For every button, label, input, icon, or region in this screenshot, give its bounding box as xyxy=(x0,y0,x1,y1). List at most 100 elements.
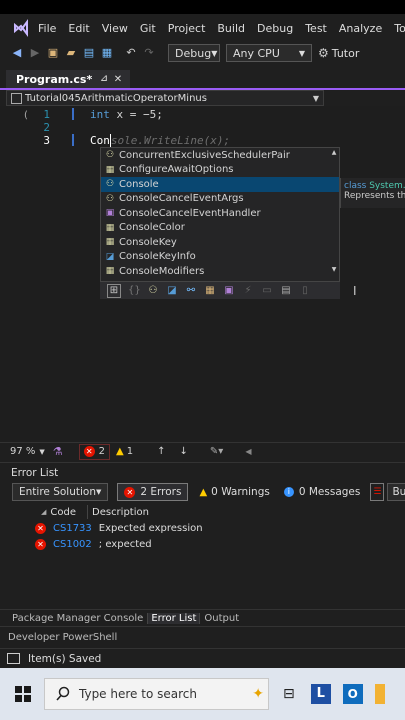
keyword-filter-icon[interactable]: ▤ xyxy=(280,285,292,297)
menu-file[interactable]: File xyxy=(38,22,56,35)
menu-analyze[interactable]: Analyze xyxy=(339,22,382,35)
error-count-indicator[interactable]: ✕ 2 xyxy=(78,443,111,460)
open-folder-icon[interactable]: ▰ xyxy=(64,46,78,60)
code-line-2: 2 xyxy=(0,120,60,134)
sort-icon[interactable]: ◢ xyxy=(41,508,46,516)
errors-filter-button[interactable]: ✕ 2 Errors xyxy=(117,483,189,501)
error-code-link[interactable]: CS1733 xyxy=(53,523,92,534)
completion-item[interactable]: ▦ ConsoleModifiers xyxy=(101,264,339,279)
table-row[interactable]: ✕ CS1002 ; expected xyxy=(0,536,405,552)
warning-count[interactable]: 1 xyxy=(127,446,133,457)
forward-icon[interactable]: ▶ xyxy=(28,46,42,60)
delegate-filter-icon[interactable]: ▣ xyxy=(223,285,235,297)
app-l-icon[interactable]: L xyxy=(310,684,331,704)
menu-edit[interactable]: Edit xyxy=(68,22,89,35)
windows-start-icon[interactable] xyxy=(14,685,32,703)
tab-output[interactable]: Output xyxy=(204,613,239,624)
class-filter-icon[interactable]: ⚇ xyxy=(147,285,159,297)
event-filter-icon[interactable]: ⚡ xyxy=(242,285,254,297)
table-row[interactable]: ✕ CS1733 Expected expression xyxy=(0,520,405,536)
chevron-down-icon[interactable]: ▼ xyxy=(39,448,44,456)
run-button-label[interactable]: Tutor xyxy=(332,47,360,60)
completion-item[interactable]: ⚇ ConsoleCancelEventArgs xyxy=(101,192,339,207)
tab-package-manager-console[interactable]: Package Manager Console xyxy=(12,613,143,624)
enum-icon: ▦ xyxy=(105,222,115,233)
previous-issue-icon[interactable]: ↑ xyxy=(157,446,165,457)
completion-item[interactable]: ▣ ConsoleCancelEventHandler xyxy=(101,206,339,221)
expand-filter-icon[interactable]: ⊞ xyxy=(107,283,121,298)
pin-icon[interactable]: ⊿ xyxy=(100,74,108,84)
completion-item-label: ConsoleKeyInfo xyxy=(119,251,196,263)
zoom-level[interactable]: 97 % xyxy=(10,446,35,457)
app-icon-partial[interactable] xyxy=(374,684,385,704)
completion-item[interactable]: ◪ ConsoleKeyInfo xyxy=(101,250,339,265)
platform-dropdown[interactable]: Any CPU ▼ xyxy=(226,44,312,62)
sparkle-icon: ✦ xyxy=(252,686,264,702)
task-view-icon[interactable]: ⊟ xyxy=(283,686,295,702)
warning-icon: ▲ xyxy=(199,486,208,498)
intellisense-popup: ⚇ ConcurrentExclusiveSchedulerPair ▦ Config… xyxy=(100,147,340,297)
errors-filter-label: 2 Errors xyxy=(140,486,182,498)
brush-icon[interactable]: ✎▾ xyxy=(210,446,223,457)
namespace-filter-icon[interactable]: {} xyxy=(128,285,141,297)
undo-icon[interactable]: ↶ xyxy=(124,46,138,60)
menu-view[interactable]: View xyxy=(102,22,128,35)
configuration-dropdown[interactable]: Debug ▼ xyxy=(168,44,220,62)
warnings-filter-button[interactable]: ▲ 0 Warnings xyxy=(192,483,276,501)
taskbar-search-box[interactable]: Type here to search ✦ xyxy=(44,678,269,710)
windows-taskbar: Type here to search ✦ ⊟ L O xyxy=(0,668,405,720)
build-intellisense-dropdown[interactable]: Buil xyxy=(387,483,405,501)
messages-filter-label: 0 Messages xyxy=(298,486,361,498)
close-icon[interactable]: ✕ xyxy=(114,74,122,85)
tab-program-cs[interactable]: Program.cs* ⊿ ✕ xyxy=(6,70,131,88)
struct-filter-icon[interactable]: ◪ xyxy=(166,285,178,297)
completion-item[interactable]: ⚇ Console xyxy=(101,177,339,192)
project-name: Tutorial045ArithmaticOperatorMinus xyxy=(25,92,207,104)
scope-dropdown[interactable]: Entire Solution ▼ xyxy=(12,483,109,501)
menu-debug[interactable]: Debug xyxy=(257,22,293,35)
snippet-filter-icon[interactable]: ▯ xyxy=(299,285,311,297)
menu-build[interactable]: Build xyxy=(217,22,245,35)
error-icon: ✕ xyxy=(35,522,46,534)
vs-logo-icon[interactable] xyxy=(12,19,30,37)
completion-item-label: ConsoleKey xyxy=(119,236,177,248)
messages-filter-button[interactable]: i 0 Messages xyxy=(277,483,368,501)
filter-toggle-button[interactable]: ☰ xyxy=(370,483,385,501)
tab-error-list[interactable]: Error List xyxy=(147,612,201,624)
menu-project[interactable]: Project xyxy=(168,22,206,35)
error-code-link[interactable]: CS1002 xyxy=(53,539,92,550)
module-filter-icon[interactable]: ▭ xyxy=(261,285,273,297)
scroll-down-icon[interactable]: ▼ xyxy=(330,266,338,273)
completion-item[interactable]: ⚇ ConcurrentExclusiveSchedulerPair xyxy=(101,148,339,163)
panel-title: Error List xyxy=(11,467,59,479)
developer-powershell-label[interactable]: Developer PowerShell xyxy=(8,632,117,643)
warning-icon[interactable]: ▲ xyxy=(116,446,124,457)
column-description[interactable]: Description xyxy=(92,507,149,518)
navigation-bar[interactable]: Tutorial045ArithmaticOperatorMinus ▼ xyxy=(6,90,324,106)
back-icon[interactable]: ◀ xyxy=(10,46,24,60)
enum-filter-icon[interactable]: ▦ xyxy=(204,285,216,297)
code-cleanup-icon[interactable]: ⚗ xyxy=(53,445,63,458)
popup-scrollbar[interactable]: ▲ ▼ xyxy=(330,149,338,279)
redo-icon[interactable]: ↷ xyxy=(142,46,156,60)
gear-icon[interactable]: ⚙ xyxy=(318,46,329,60)
developer-powershell-tab[interactable]: Developer PowerShell xyxy=(0,626,405,648)
scroll-left-icon[interactable]: ◀ xyxy=(245,447,251,456)
interface-filter-icon[interactable]: ⚯ xyxy=(185,285,197,297)
menu-test[interactable]: Test xyxy=(305,22,327,35)
new-item-icon[interactable]: ▣ xyxy=(46,46,60,60)
save-icon[interactable]: ▤ xyxy=(82,46,96,60)
save-all-icon[interactable]: ▦ xyxy=(100,46,114,60)
error-count: 2 xyxy=(98,446,106,457)
configuration-value: Debug xyxy=(175,46,212,60)
completion-item[interactable]: ▦ ConfigureAwaitOptions xyxy=(101,163,339,178)
menu-tools[interactable]: Tools xyxy=(394,22,405,35)
top-strip xyxy=(0,0,405,14)
next-issue-icon[interactable]: ↓ xyxy=(180,446,188,457)
menu-git[interactable]: Git xyxy=(140,22,156,35)
column-code[interactable]: Code xyxy=(50,507,76,518)
scroll-up-icon[interactable]: ▲ xyxy=(330,149,338,156)
outlook-icon[interactable]: O xyxy=(342,684,363,704)
completion-item[interactable]: ▦ ConsoleKey xyxy=(101,235,339,250)
completion-item[interactable]: ▦ ConsoleColor xyxy=(101,221,339,236)
